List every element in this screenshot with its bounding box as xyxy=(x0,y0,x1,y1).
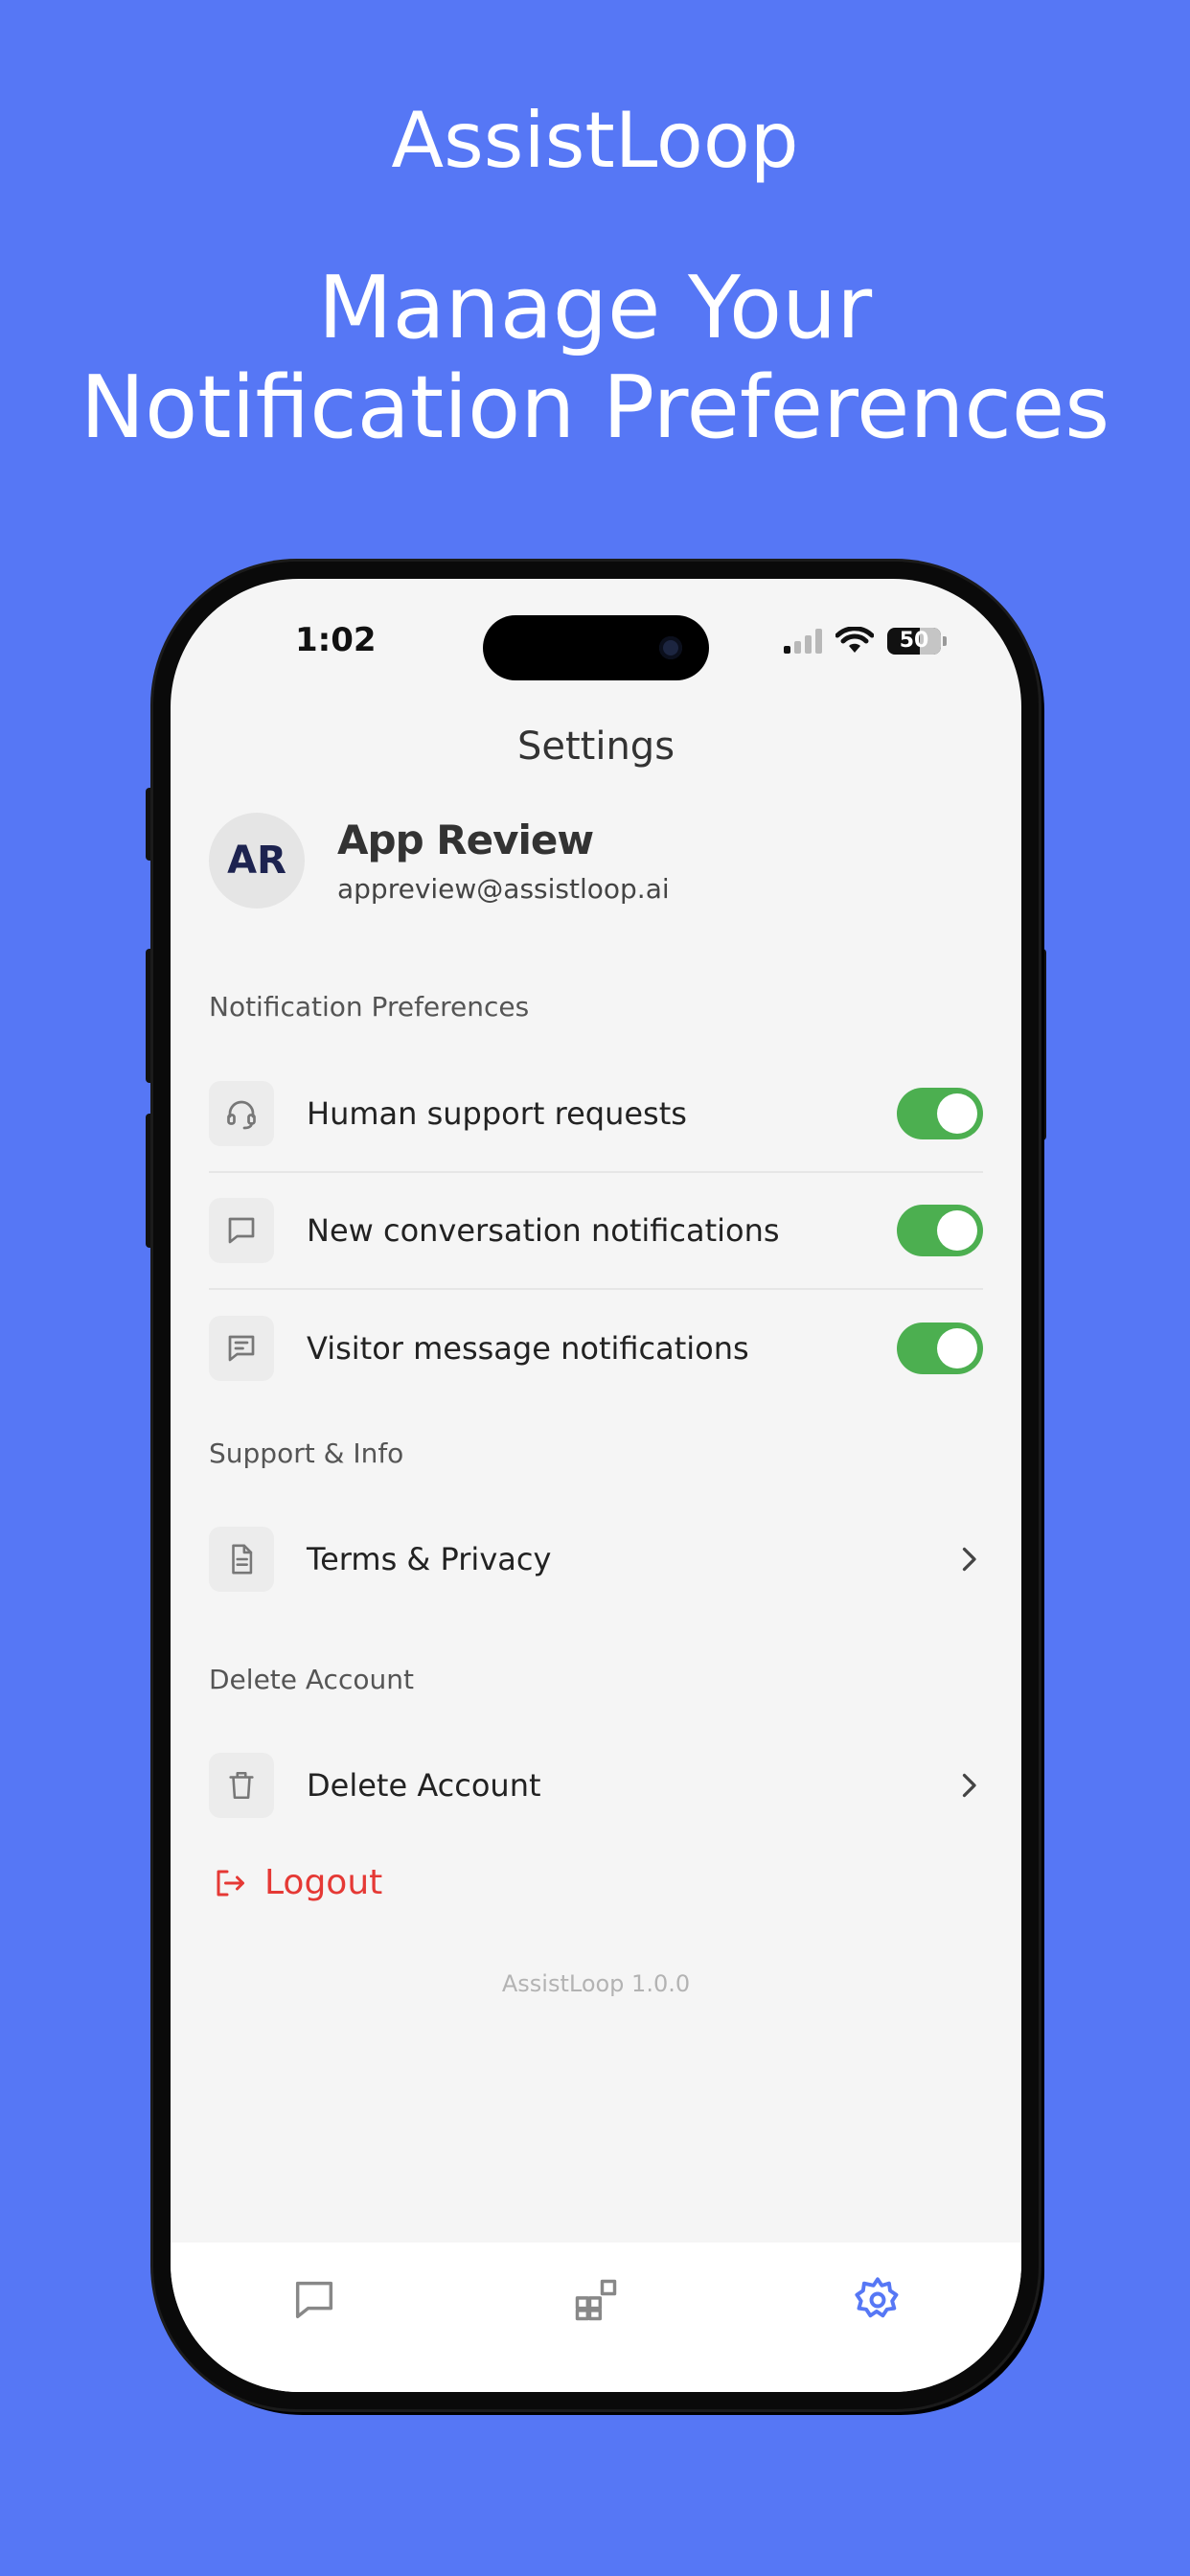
message-lines-icon xyxy=(209,1316,274,1381)
settings-row-terms-privacy[interactable]: Terms & Privacy xyxy=(209,1501,983,1618)
trash-icon xyxy=(209,1753,274,1818)
phone-screen: 1:02 50 Settings AR App Review appreview… xyxy=(171,579,1021,2392)
promo-headline: Manage Your Notification Preferences xyxy=(0,259,1190,458)
profile-name: App Review xyxy=(337,816,594,863)
logout-icon xyxy=(217,1870,244,1896)
logout-label: Logout xyxy=(264,1863,383,1902)
settings-row-label: Delete Account xyxy=(307,1767,541,1804)
promo-brand-title: AssistLoop xyxy=(391,96,799,185)
section-label-support: Support & Info xyxy=(209,1438,404,1469)
profile-header: AR App Review appreview@assistloop.ai xyxy=(209,813,670,908)
widgets-icon xyxy=(575,2279,617,2321)
notification-row-new-conversation[interactable]: New conversation notifications xyxy=(209,1173,983,1290)
tab-bar xyxy=(171,2242,1021,2392)
section-label-notifications: Notification Preferences xyxy=(209,991,530,1023)
camera-icon xyxy=(659,636,682,659)
app-version: AssistLoop 1.0.0 xyxy=(501,1970,691,1997)
logout-button[interactable]: Logout xyxy=(213,1863,382,1902)
chat-bubble-icon xyxy=(295,2281,333,2319)
human-support-toggle[interactable] xyxy=(897,1088,983,1139)
settings-row-label: Terms & Privacy xyxy=(307,1541,552,1577)
profile-email: appreview@assistloop.ai xyxy=(337,873,670,905)
notification-row-human-support[interactable]: Human support requests xyxy=(209,1056,983,1173)
headset-icon xyxy=(209,1081,274,1146)
notification-label: Human support requests xyxy=(307,1095,687,1132)
status-icons: 50 xyxy=(784,627,947,656)
chevron-right-icon xyxy=(954,1545,983,1574)
tab-conversations[interactable] xyxy=(286,2271,343,2329)
promo-headline-line2: Notification Preferences xyxy=(80,357,1110,458)
avatar: AR xyxy=(209,813,305,908)
chevron-right-icon xyxy=(954,1771,983,1800)
page-title: Settings xyxy=(516,724,675,769)
notification-row-visitor-message[interactable]: Visitor message notifications xyxy=(209,1290,983,1407)
settings-row-delete-account[interactable]: Delete Account xyxy=(209,1727,983,1844)
status-time: 1:02 xyxy=(295,621,377,659)
notification-label: Visitor message notifications xyxy=(307,1330,749,1367)
cellular-signal-icon xyxy=(784,629,822,654)
tab-widgets[interactable] xyxy=(567,2271,625,2329)
phone-frame: 1:02 50 Settings AR App Review appreview… xyxy=(153,562,1039,2409)
wifi-icon xyxy=(835,627,874,653)
gear-icon xyxy=(855,2277,899,2318)
tab-settings[interactable] xyxy=(849,2271,906,2329)
dynamic-island xyxy=(483,615,709,680)
document-icon xyxy=(209,1527,274,1592)
promo-headline-line1: Manage Your xyxy=(317,258,873,358)
notification-label: New conversation notifications xyxy=(307,1212,780,1249)
battery-icon: 50 xyxy=(887,628,947,655)
visitor-message-toggle[interactable] xyxy=(897,1322,983,1374)
section-label-delete: Delete Account xyxy=(209,1664,414,1695)
battery-level: 50 xyxy=(899,629,929,653)
chat-bubble-icon xyxy=(209,1198,274,1263)
new-conversation-toggle[interactable] xyxy=(897,1205,983,1256)
